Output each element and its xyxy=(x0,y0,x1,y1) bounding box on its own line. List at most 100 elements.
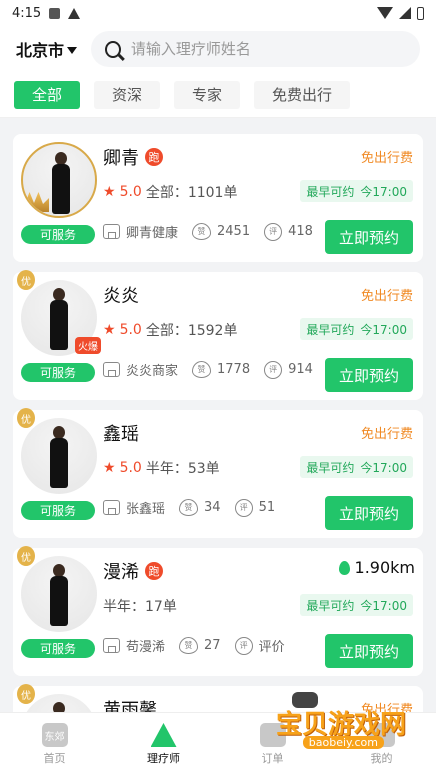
earliest-available: 最早可约 今17:00 xyxy=(300,318,413,340)
shop-name: 张鑫瑶 xyxy=(126,502,166,517)
therapist-icon xyxy=(150,723,177,747)
rating: 5.0 xyxy=(119,460,142,476)
like-icon: 赞 xyxy=(192,223,212,240)
earliest-available: 最早可约 今17:00 xyxy=(300,456,413,478)
city-label: 北京市 xyxy=(16,41,65,60)
medal-icon: 优 xyxy=(17,408,35,428)
order-count: 全部：1101单 xyxy=(145,185,238,201)
therapist-name: 炎炎 xyxy=(103,286,139,307)
search-icon xyxy=(105,40,121,58)
avatar[interactable] xyxy=(21,142,97,218)
filter-free-travel[interactable]: 免费出行 xyxy=(254,80,351,109)
status-badge: 可服务 xyxy=(21,225,95,244)
watermark-url: baobeiy.com xyxy=(302,736,384,749)
avatar[interactable] xyxy=(21,418,97,494)
wifi-icon xyxy=(377,7,393,19)
like-icon: 赞 xyxy=(192,361,212,378)
available-time: 今17:00 xyxy=(360,322,407,337)
review-count: 评价 xyxy=(258,640,285,655)
review-count: 914 xyxy=(288,362,313,377)
free-travel-label: 免出行费 xyxy=(360,289,413,304)
location-pin-icon xyxy=(338,560,350,575)
hot-badge: 火爆 xyxy=(75,337,101,354)
available-time: 今17:00 xyxy=(360,184,407,199)
like-count: 1778 xyxy=(217,362,251,377)
like-count: 2451 xyxy=(217,224,251,239)
shop-name: 卿青健康 xyxy=(126,226,179,241)
review-icon: 评 xyxy=(264,360,283,379)
review-icon: 评 xyxy=(234,498,253,517)
order-count: 全部：1592单 xyxy=(145,323,238,339)
run-badge-icon: 跑 xyxy=(145,148,163,166)
order-count: 半年：53单 xyxy=(145,461,220,477)
shop-name: 炎炎商家 xyxy=(126,364,179,379)
status-badge: 可服务 xyxy=(21,639,95,658)
available-label: 最早可约 xyxy=(306,598,355,613)
available-time: 今17:00 xyxy=(360,598,407,613)
clock: 4:15 xyxy=(12,5,42,21)
city-selector[interactable]: 北京市 xyxy=(16,37,78,61)
earliest-available: 最早可约 今17:00 xyxy=(300,594,413,616)
avatar[interactable] xyxy=(21,556,97,632)
therapist-card[interactable]: 优 可服务 漫浠 跑 1.90km 半年：17单 最早可约 今17:00 苟漫浠… xyxy=(13,546,423,676)
shop-icon xyxy=(103,224,120,239)
watermark: 宝贝游戏网 baobeiy.com xyxy=(248,692,428,754)
run-badge-icon: 跑 xyxy=(145,562,163,580)
therapist-card[interactable]: 可服务 卿青 跑 免出行费 ★ 5.0 全部：1101单 最早可约 今17:00… xyxy=(13,134,423,262)
therapist-card[interactable]: 火爆 优 可服务 炎炎 免出行费 ★ 5.0 全部：1592单 最早可约 今17… xyxy=(13,270,423,400)
filter-expert[interactable]: 专家 xyxy=(174,80,241,109)
therapist-name: 漫浠 xyxy=(103,562,139,583)
top-bar: 北京市 xyxy=(0,26,436,72)
book-now-button[interactable]: 立即预约 xyxy=(325,496,413,530)
tab-home[interactable]: 东郊 首页 xyxy=(0,713,109,776)
status-badge: 可服务 xyxy=(21,363,95,382)
shop-icon xyxy=(103,500,120,515)
shop-name: 苟漫浠 xyxy=(126,640,166,655)
like-count: 27 xyxy=(204,638,221,653)
status-bar: 4:15 xyxy=(0,0,436,26)
battery-icon xyxy=(417,6,424,20)
filter-senior[interactable]: 资深 xyxy=(94,80,161,109)
search-bar[interactable] xyxy=(91,31,420,67)
rating: 5.0 xyxy=(119,184,142,200)
shop-icon xyxy=(103,638,120,653)
book-now-button[interactable]: 立即预约 xyxy=(325,220,413,254)
search-input[interactable] xyxy=(130,40,406,58)
like-icon: 赞 xyxy=(179,637,199,654)
medal-icon: 优 xyxy=(17,684,35,704)
book-now-button[interactable]: 立即预约 xyxy=(325,358,413,392)
free-travel-label: 免出行费 xyxy=(360,427,413,442)
medal-icon: 优 xyxy=(17,270,35,290)
therapist-name: 卿青 xyxy=(103,148,139,169)
therapist-card[interactable]: 优 可服务 鑫瑶 免出行费 ★ 5.0 半年：53单 最早可约 今17:00 张… xyxy=(13,408,423,538)
tab-therapist[interactable]: 理疗师 xyxy=(109,713,218,776)
filter-all[interactable]: 全部 xyxy=(14,80,81,109)
like-count: 34 xyxy=(204,500,221,515)
review-icon: 评 xyxy=(264,222,283,241)
crown-icon xyxy=(23,192,49,212)
distance: 1.90km xyxy=(338,558,415,577)
alert-icon xyxy=(68,7,81,19)
available-time: 今17:00 xyxy=(360,460,407,475)
rating: 5.0 xyxy=(119,322,142,338)
order-count: 半年：17单 xyxy=(103,599,177,615)
review-count: 51 xyxy=(258,500,276,515)
book-now-button[interactable]: 立即预约 xyxy=(325,634,413,668)
notification-icon xyxy=(49,7,61,19)
free-travel-label: 免出行费 xyxy=(360,151,413,166)
available-label: 最早可约 xyxy=(306,460,355,475)
therapist-list[interactable]: 可服务 卿青 跑 免出行费 ★ 5.0 全部：1101单 最早可约 今17:00… xyxy=(0,134,436,776)
filter-bar: 全部 资深 专家 免费出行 xyxy=(0,72,436,118)
status-badge: 可服务 xyxy=(21,501,95,520)
star-icon: ★ xyxy=(103,184,116,200)
earliest-available: 最早可约 今17:00 xyxy=(300,180,413,202)
home-icon: 东郊 xyxy=(41,723,68,747)
available-label: 最早可约 xyxy=(306,322,355,337)
caret-down-icon xyxy=(67,46,78,54)
distance-value: 1.90km xyxy=(354,558,415,577)
available-label: 最早可约 xyxy=(306,184,355,199)
signal-icon xyxy=(399,7,411,19)
review-icon: 评 xyxy=(234,636,253,655)
tab-label: 首页 xyxy=(43,752,66,765)
tab-label: 理疗师 xyxy=(147,752,180,765)
